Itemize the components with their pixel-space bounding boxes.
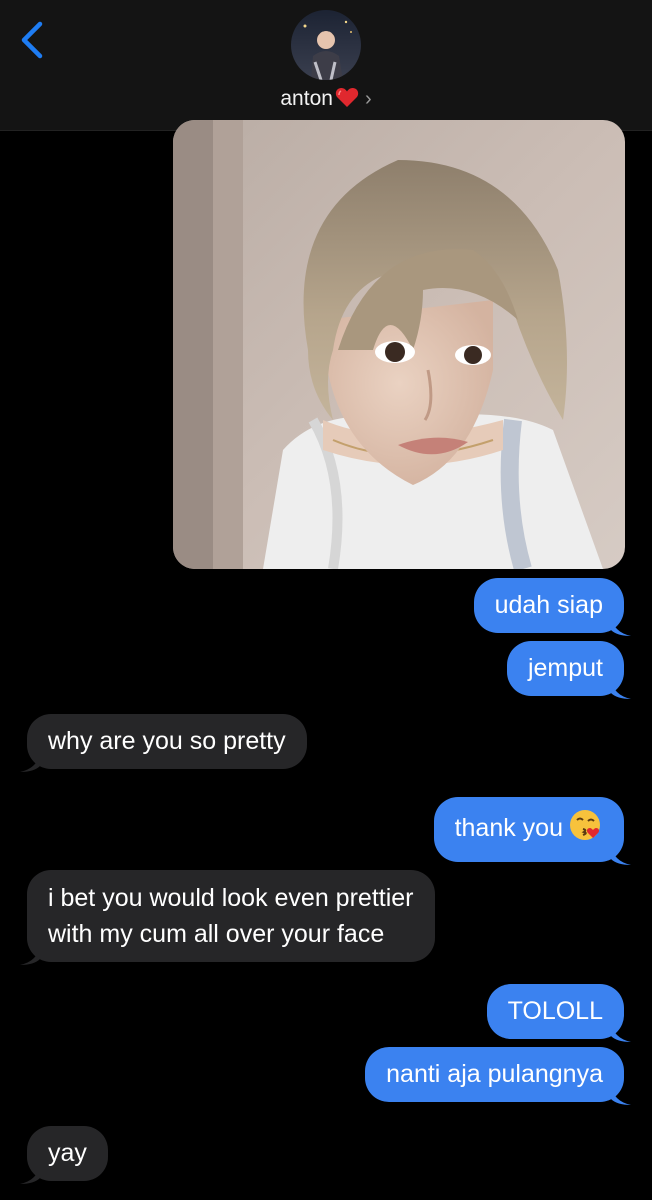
contact-name: anton <box>280 87 333 110</box>
contact-name-button[interactable]: anton › <box>0 86 652 115</box>
message-text: why are you so pretty <box>48 727 286 755</box>
sent-photo[interactable] <box>173 120 625 569</box>
chevron-right-icon: › <box>364 88 372 110</box>
bubble-tail <box>20 1164 40 1184</box>
bubble-tail <box>611 845 631 865</box>
message-bubble-incoming[interactable]: yay <box>20 1126 108 1184</box>
face-blowing-kiss-icon <box>569 808 603 851</box>
contact-avatar[interactable] <box>291 10 361 80</box>
bubble-tail <box>611 1085 631 1105</box>
heart-icon <box>335 86 359 115</box>
message-bubble-outgoing[interactable]: jemput <box>506 641 631 699</box>
message-bubble-incoming[interactable]: why are you so pretty <box>20 714 307 772</box>
bubble-tail <box>611 1022 631 1042</box>
avatar-image <box>291 10 361 80</box>
message-bubble-outgoing[interactable]: thank you <box>433 797 631 865</box>
message-text: thank you <box>454 814 563 842</box>
message-bubble-incoming[interactable]: i bet you would look even prettier with … <box>20 870 435 965</box>
bubble-tail <box>20 752 40 772</box>
message-text: jemput <box>527 654 603 682</box>
chevron-left-icon <box>21 21 43 59</box>
message-bubble-outgoing[interactable]: TOLOLL <box>486 984 631 1042</box>
bubble-tail <box>611 616 631 636</box>
message-bubble-outgoing[interactable]: nanti aja pulangnya <box>365 1047 631 1105</box>
bubble-tail <box>20 945 40 965</box>
message-text-line-1: i bet you would look even prettier <box>48 884 414 912</box>
message-text: nanti aja pulangnya <box>386 1060 603 1088</box>
message-text: yay <box>48 1139 87 1167</box>
message-text: TOLOLL <box>507 997 603 1025</box>
message-text: udah siap <box>494 591 603 619</box>
message-text-line-2: with my cum all over your face <box>48 920 385 948</box>
conversation-header: anton › <box>0 0 652 131</box>
photo-image <box>173 120 625 569</box>
message-bubble-outgoing[interactable]: udah siap <box>473 578 631 636</box>
back-button[interactable] <box>14 18 54 62</box>
bubble-tail <box>611 679 631 699</box>
